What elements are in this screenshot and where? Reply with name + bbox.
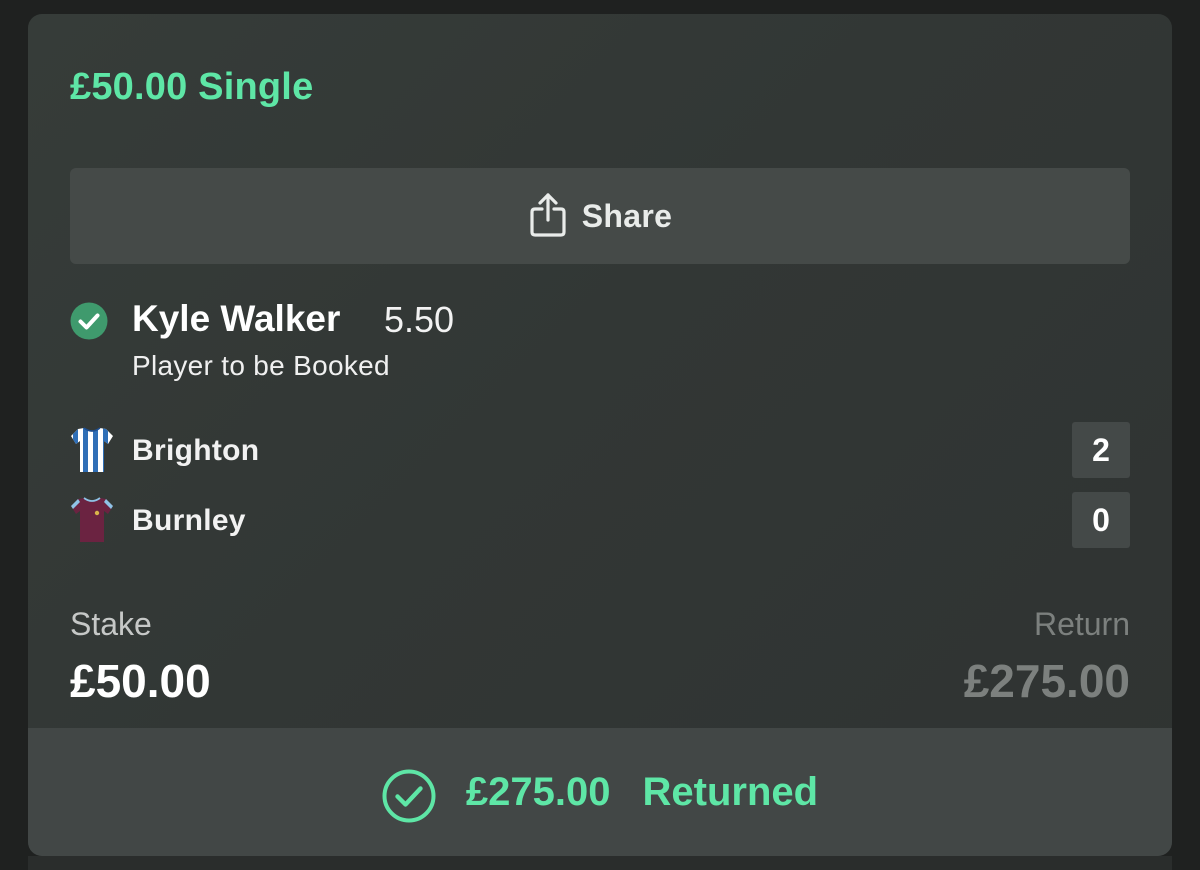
odds: 5.50 xyxy=(384,299,455,340)
share-label: Share xyxy=(581,197,673,234)
burnley-shirt-icon xyxy=(71,497,113,542)
result-bar: £275.00 Returned xyxy=(28,728,1172,856)
market-name: Player to be Booked xyxy=(132,350,390,381)
stake-label: Stake xyxy=(70,606,152,642)
player-name: Kyle Walker xyxy=(132,298,341,339)
return-label: Return xyxy=(1033,606,1130,642)
result-status: Returned xyxy=(642,769,819,814)
team-name: Burnley xyxy=(132,504,246,537)
stake-value: £50.00 xyxy=(70,655,211,707)
check-circle-icon xyxy=(382,769,436,823)
return-value: £275.00 xyxy=(963,655,1130,707)
team-name: Brighton xyxy=(132,434,260,467)
score-box: 2 xyxy=(1072,422,1130,478)
share-icon xyxy=(530,193,566,237)
card-shadow-strip xyxy=(28,856,1172,870)
check-circle-icon xyxy=(70,302,108,340)
score-box: 0 xyxy=(1072,492,1130,548)
share-button[interactable]: Share xyxy=(70,168,1130,264)
result-amount: £275.00 xyxy=(465,769,611,814)
bet-card: £50.00 Single Share Kyle Walker 5.50 Pla… xyxy=(28,14,1172,856)
brighton-shirt-icon xyxy=(71,427,113,472)
bet-title: £50.00 Single xyxy=(70,66,314,108)
team-row-away: Burnley 0 xyxy=(70,492,1130,548)
team-row-home: Brighton 2 xyxy=(70,422,1130,478)
selection: Kyle Walker 5.50 Player to be Booked xyxy=(70,298,1130,398)
